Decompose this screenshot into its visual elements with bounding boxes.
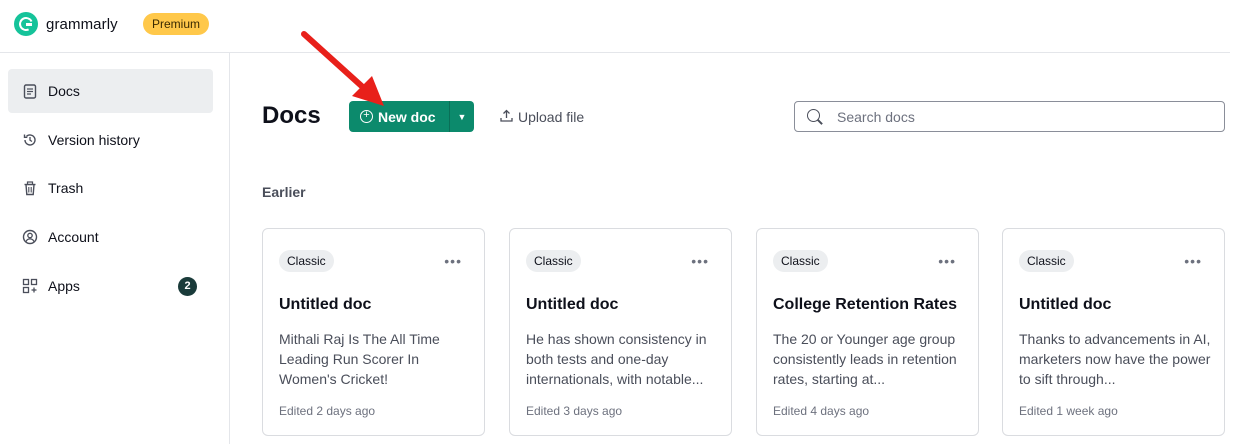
history-icon bbox=[22, 132, 38, 148]
doc-edited-time: Edited 2 days ago bbox=[279, 404, 376, 418]
section-heading-earlier: Earlier bbox=[262, 184, 306, 200]
account-icon bbox=[22, 229, 38, 245]
search-input[interactable] bbox=[837, 108, 1197, 125]
top-bar: grammarly Premium bbox=[0, 0, 1242, 52]
sidebar-item-version-history[interactable]: Version history bbox=[8, 118, 213, 162]
new-doc-button[interactable]: + New doc bbox=[349, 101, 449, 132]
sidebar-item-label: Account bbox=[48, 229, 99, 245]
doc-edited-time: Edited 4 days ago bbox=[773, 404, 870, 418]
doc-title: Untitled doc bbox=[526, 296, 619, 313]
doc-type-badge: Classic bbox=[279, 250, 334, 272]
document-icon bbox=[22, 83, 38, 99]
doc-preview: Thanks to advancements in AI, marketers … bbox=[1019, 331, 1211, 387]
doc-title: Untitled doc bbox=[279, 296, 372, 313]
more-options-icon[interactable]: ••• bbox=[444, 253, 462, 269]
doc-edited-time: Edited 3 days ago bbox=[526, 404, 623, 418]
grammarly-logo[interactable]: grammarly bbox=[14, 12, 118, 36]
upload-file-button[interactable]: Upload file bbox=[500, 109, 584, 125]
premium-badge: Premium bbox=[143, 13, 210, 35]
upload-file-label: Upload file bbox=[518, 109, 585, 125]
doc-card[interactable]: Classic ••• Untitled doc He has shown co… bbox=[509, 228, 732, 436]
doc-preview: He has shown consistency in both tests a… bbox=[526, 331, 707, 387]
sidebar-item-account[interactable]: Account bbox=[8, 215, 213, 259]
new-doc-dropdown-button[interactable]: ▼ bbox=[450, 101, 474, 132]
doc-edited-time: Edited 1 week ago bbox=[1019, 404, 1118, 418]
trash-icon bbox=[22, 180, 38, 196]
sidebar-item-label: Version history bbox=[48, 132, 140, 148]
new-doc-split-button: + New doc ▼ bbox=[349, 101, 474, 132]
sidebar-item-label: Apps bbox=[48, 278, 80, 294]
search-box bbox=[794, 101, 1225, 132]
doc-title: College Retention Rates bbox=[773, 296, 958, 313]
doc-preview: The 20 or Younger age group consistently… bbox=[773, 331, 957, 387]
doc-preview: Mithali Raj Is The All Time Leading Run … bbox=[279, 331, 440, 387]
sidebar-item-label: Trash bbox=[48, 180, 84, 196]
more-options-icon[interactable]: ••• bbox=[938, 253, 956, 269]
sidebar-item-docs[interactable]: Docs bbox=[8, 69, 213, 113]
search-icon bbox=[807, 108, 823, 125]
upload-icon bbox=[500, 109, 513, 125]
new-doc-label: New doc bbox=[378, 108, 436, 125]
doc-type-badge: Classic bbox=[1019, 250, 1074, 272]
sidebar-item-trash[interactable]: Trash bbox=[8, 166, 213, 210]
doc-card[interactable]: Classic ••• Untitled doc Mithali Raj Is … bbox=[262, 228, 485, 436]
sidebar: Docs Version history Trash Account Apps … bbox=[0, 53, 230, 444]
sidebar-item-label: Docs bbox=[48, 83, 80, 99]
plus-circle-icon: + bbox=[360, 110, 373, 123]
grammarly-logo-icon bbox=[14, 12, 38, 36]
more-options-icon[interactable]: ••• bbox=[1184, 253, 1202, 269]
doc-type-badge: Classic bbox=[773, 250, 828, 272]
doc-card[interactable]: Classic ••• College Retention Rates The … bbox=[756, 228, 979, 436]
logo-text: grammarly bbox=[46, 15, 118, 33]
doc-type-badge: Classic bbox=[526, 250, 581, 272]
apps-icon bbox=[22, 278, 38, 294]
doc-card[interactable]: Classic ••• Untitled doc Thanks to advan… bbox=[1002, 228, 1225, 436]
sidebar-item-apps[interactable]: Apps 2 bbox=[8, 264, 213, 308]
doc-title: Untitled doc bbox=[1019, 296, 1112, 313]
more-options-icon[interactable]: ••• bbox=[691, 253, 709, 269]
page-title: Docs bbox=[262, 102, 321, 129]
apps-count-badge: 2 bbox=[178, 277, 197, 296]
caret-down-icon: ▼ bbox=[457, 111, 467, 122]
